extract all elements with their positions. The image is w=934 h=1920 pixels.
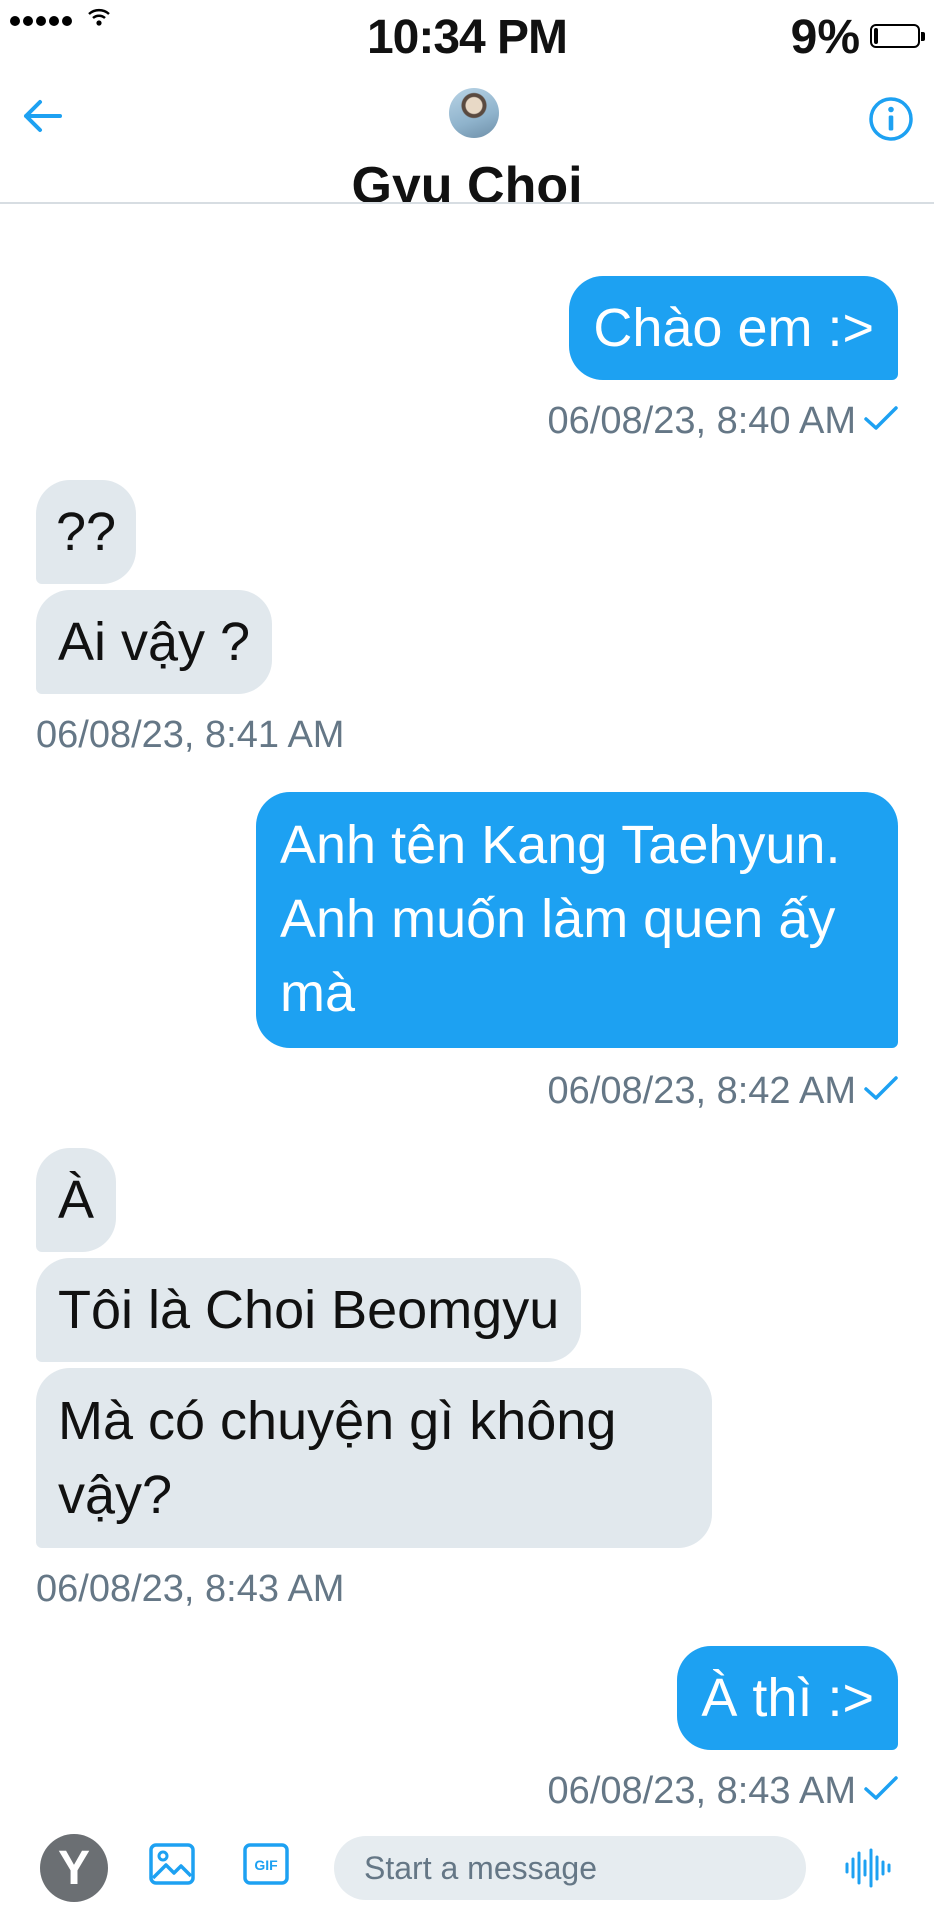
- conversation-info-button[interactable]: [868, 96, 914, 142]
- outgoing-message[interactable]: Chào em :>: [569, 276, 898, 380]
- battery-percentage: 9%: [790, 11, 860, 64]
- arrow-left-icon: [22, 99, 62, 138]
- incoming-message[interactable]: Ai vậy ?: [36, 590, 273, 694]
- info-icon: [868, 97, 914, 146]
- add-media-button[interactable]: [148, 1840, 196, 1893]
- outgoing-message[interactable]: À thì :>: [677, 1646, 898, 1750]
- message-timestamp: 06/08/23, 8:40 AM: [548, 400, 898, 443]
- voice-waveform-icon: [844, 1848, 894, 1892]
- read-check-icon: [864, 398, 898, 441]
- conversation-header: Gyu Choi: [0, 76, 934, 204]
- message-timestamp: 06/08/23, 8:42 AM: [548, 1070, 898, 1113]
- battery-icon: [870, 24, 925, 48]
- image-icon: [148, 1843, 196, 1892]
- outgoing-message[interactable]: Anh tên Kang Taehyun. Anh muốn làm quen …: [256, 792, 898, 1048]
- incoming-message[interactable]: À: [36, 1148, 117, 1252]
- gif-icon: GIF: [243, 1843, 289, 1885]
- voice-message-button[interactable]: [844, 1848, 894, 1893]
- read-check-icon: [864, 1768, 898, 1811]
- incoming-message[interactable]: Tôi là Choi Beomgyu: [36, 1258, 582, 1362]
- message-timestamp: 06/08/23, 8:41 AM: [36, 714, 345, 756]
- back-button[interactable]: [18, 96, 66, 140]
- incoming-message[interactable]: ??: [36, 480, 137, 584]
- message-timestamp: 06/08/23, 8:43 AM: [36, 1568, 345, 1610]
- add-gif-button[interactable]: GIF: [242, 1840, 290, 1893]
- status-bar: 10:34 PM 9%: [0, 0, 934, 76]
- message-composer: Y GIF: [0, 1820, 934, 1920]
- account-avatar[interactable]: Y: [40, 1834, 108, 1902]
- message-input[interactable]: [334, 1836, 806, 1900]
- incoming-message[interactable]: Mà có chuyện gì không vậy?: [36, 1368, 712, 1548]
- contact-name[interactable]: Gyu Choi: [0, 156, 934, 202]
- contact-avatar[interactable]: [449, 88, 499, 138]
- read-check-icon: [864, 1068, 898, 1111]
- message-timestamp: 06/08/23, 8:43 AM: [548, 1770, 898, 1813]
- gif-label: GIF: [254, 1857, 278, 1873]
